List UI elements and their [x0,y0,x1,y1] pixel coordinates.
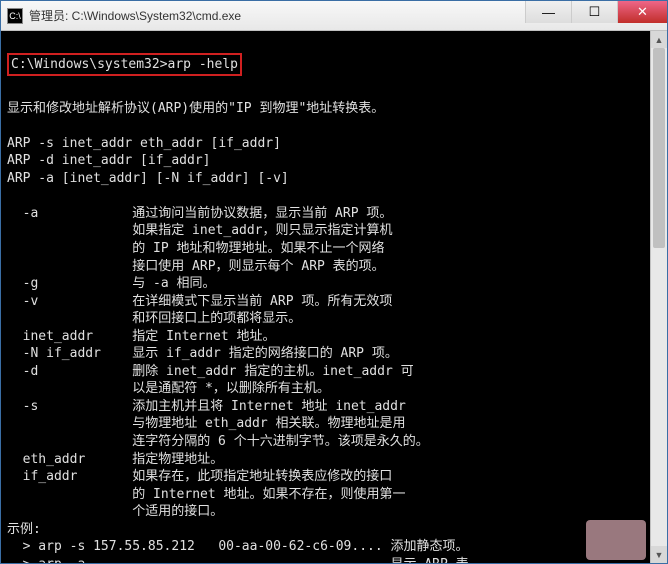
option-desc: 指定物理地址。 [132,452,223,467]
cmd-icon: C:\ [7,8,23,24]
option-desc: 指定 Internet 地址。 [132,329,275,344]
option-desc: 显示 if_addr 指定的网络接口的 ARP 项。 [132,346,398,361]
option-flag: -s [23,399,39,414]
option-desc: 与 -a 相同。 [132,276,215,291]
option-desc: 的 IP 地址和物理地址。如果不止一个网络 [132,241,384,256]
titlebar[interactable]: C:\ 管理员: C:\Windows\System32\cmd.exe — ☐… [1,1,667,31]
cmd-window: C:\ 管理员: C:\Windows\System32\cmd.exe — ☐… [0,0,668,564]
option-flag: inet_addr [23,329,93,344]
terminal-output[interactable]: C:\Windows\system32>arp -help 显示和修改地址解析协… [1,31,667,563]
option-desc: 通过询问当前协议数据，显示当前 ARP 项。 [132,206,392,221]
command-highlight: C:\Windows\system32>arp -help [7,53,242,77]
command-line: C:\Windows\system32>arp -help [11,57,238,72]
option-flag: -a [23,206,39,221]
option-flag: -d [23,364,39,379]
examples-label: 示例: [7,522,41,537]
option-flag: -v [23,294,39,309]
option-desc: 以是通配符 *，以删除所有主机。 [132,381,330,396]
example-note: 显示 ARP 表。 [391,557,482,563]
help-description: 显示和修改地址解析协议(ARP)使用的"IP 到物理"地址转换表。 [7,101,384,116]
option-flag: eth_addr [23,452,86,467]
option-desc: 如果指定 inet_addr，则只显示指定计算机 [132,223,392,238]
option-desc: 连字符分隔的 6 个十六进制字节。该项是永久的。 [132,434,428,449]
option-desc: 接口使用 ARP，则显示每个 ARP 表的项。 [132,259,384,274]
syntax-line: ARP -s inet_addr eth_addr [if_addr] [7,136,281,151]
option-desc: 添加主机并且将 Internet 地址 inet_addr [132,399,406,414]
close-button[interactable]: ✕ [617,1,667,23]
syntax-line: ARP -a [inet_addr] [-N if_addr] [-v] [7,171,289,186]
minimize-button[interactable]: — [525,1,571,23]
scroll-thumb[interactable] [653,48,665,248]
option-desc: 删除 inet_addr 指定的主机。inet_addr 可 [132,364,413,379]
maximize-button[interactable]: ☐ [571,1,617,23]
option-flag: if_addr [23,469,78,484]
option-desc: 如果存在，此项指定地址转换表应修改的接口 [132,469,392,484]
window-controls: — ☐ ✕ [525,1,667,30]
window-title: 管理员: C:\Windows\System32\cmd.exe [29,7,525,24]
vertical-scrollbar[interactable]: ▲ ▼ [650,31,667,563]
option-desc: 和环回接口上的项都将显示。 [132,311,301,326]
option-desc: 的 Internet 地址。如果不存在，则使用第一 [132,487,405,502]
watermark [586,520,646,560]
scroll-down-arrow[interactable]: ▼ [651,546,667,563]
option-desc: 在详细模式下显示当前 ARP 项。所有无效项 [132,294,392,309]
option-flag: -g [23,276,39,291]
syntax-line: ARP -d inet_addr [if_addr] [7,153,211,168]
option-desc: 与物理地址 eth_addr 相关联。物理地址是用 [132,416,405,431]
example-note: 添加静态项。 [391,539,469,554]
option-flag: -N if_addr [23,346,101,361]
option-desc: 个适用的接口。 [132,504,223,519]
example-cmd: > arp -a .... [23,557,383,563]
example-cmd: > arp -s 157.55.85.212 00-aa-00-62-c6-09… [23,539,383,554]
scroll-up-arrow[interactable]: ▲ [651,31,667,48]
